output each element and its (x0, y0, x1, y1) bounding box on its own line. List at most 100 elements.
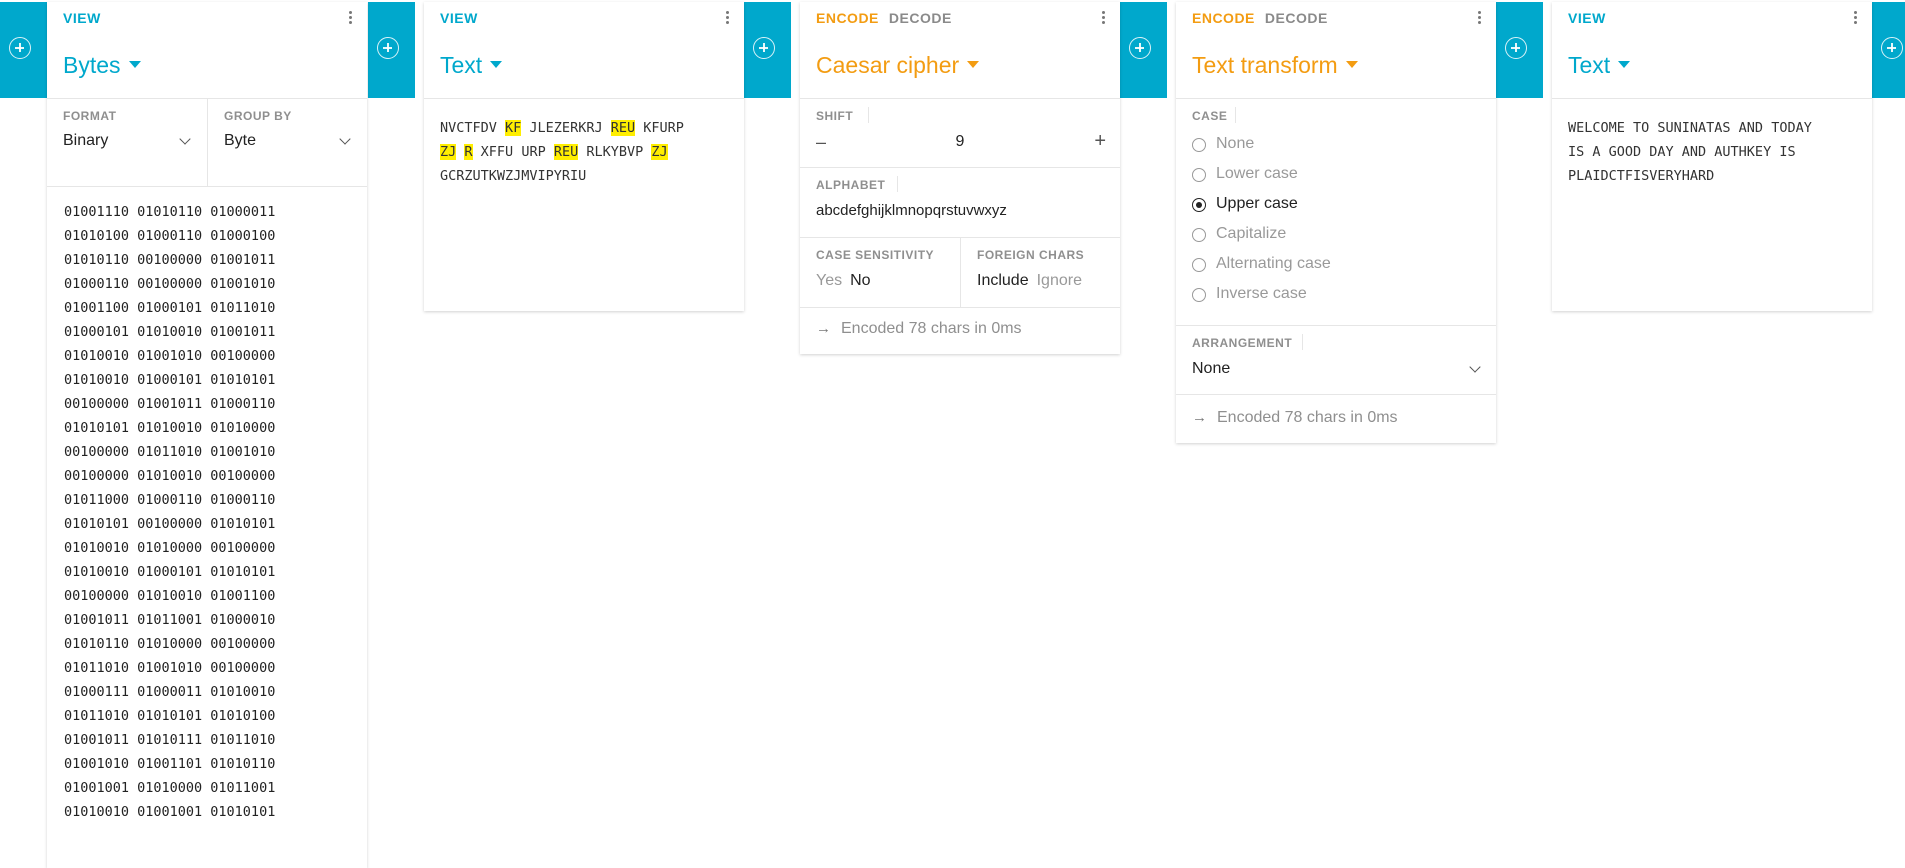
byte-line: 01001110 01010110 01000011 (64, 204, 276, 220)
view-label: VIEW (1568, 10, 1606, 26)
add-operation-gutter[interactable] (1872, 2, 1905, 98)
group-by-select[interactable]: GROUP BY Byte (208, 99, 367, 186)
add-circle-icon[interactable] (1505, 37, 1527, 59)
arrow-right-icon: → (816, 320, 831, 337)
encode-status: → Encoded 78 chars in 0ms (816, 320, 1022, 338)
byte-line: 01010010 01000101 01010101 (64, 372, 276, 388)
add-operation-gutter[interactable] (0, 2, 47, 98)
caret-down-icon (1345, 61, 1358, 69)
encode-tab[interactable]: ENCODE (1192, 10, 1255, 26)
shift-setting: SHIFT – 9 + (800, 99, 1120, 168)
radio-button-icon[interactable] (1192, 228, 1206, 242)
foreign-chars-toggle: Include Ignore (977, 272, 1082, 290)
arrangement-setting[interactable]: ARRANGEMENT None (1176, 326, 1496, 395)
more-menu-icon[interactable] (349, 11, 353, 27)
add-circle-icon[interactable] (1129, 37, 1151, 59)
card-header: ENCODE DECODE Text transform (1176, 2, 1496, 99)
brick-title[interactable]: Text (1568, 52, 1631, 79)
text-content[interactable]: NVCTFDV KF JLEZERKRJ REU KFURP ZJ R XFFU… (440, 116, 735, 188)
case-no-option[interactable]: No (850, 272, 870, 289)
byte-line: 00100000 01010010 01001100 (64, 588, 276, 604)
card-header: ENCODE DECODE Caesar cipher (800, 2, 1120, 99)
alphabet-input[interactable]: abcdefghijklmnopqrstuvwxyz (816, 202, 1007, 219)
text-line: GCRZUTKWZJMVIPYRIU (440, 168, 587, 184)
radio-button-icon[interactable] (1192, 138, 1206, 152)
decode-tab[interactable]: DECODE (1265, 10, 1328, 26)
status-text: Encoded 78 chars in 0ms (1217, 409, 1398, 426)
radio-button-icon[interactable] (1192, 288, 1206, 302)
shift-increment-button[interactable]: + (1094, 130, 1106, 153)
byte-line: 01000110 00100000 01001010 (64, 276, 276, 292)
case-yes-option[interactable]: Yes (816, 272, 842, 289)
brick-title[interactable]: Text transform (1192, 52, 1358, 79)
add-operation-gutter[interactable] (1496, 2, 1543, 98)
encode-tab[interactable]: ENCODE (816, 10, 879, 26)
caret-down-icon (128, 61, 141, 69)
bytes-options: FORMAT Binary GROUP BY Byte (47, 99, 367, 187)
bytes-content[interactable]: 01001110 01010110 01000011 01010100 01000… (64, 200, 275, 824)
foreign-ignore-option[interactable]: Ignore (1037, 272, 1082, 289)
case-option[interactable]: Capitalize (1176, 222, 1496, 252)
case-option[interactable]: Upper case (1176, 192, 1496, 222)
more-menu-icon[interactable] (726, 11, 730, 27)
more-menu-icon[interactable] (1854, 11, 1858, 27)
case-option[interactable]: Alternating case (1176, 252, 1496, 282)
radio-button-icon[interactable] (1192, 168, 1206, 182)
text-output-card: VIEW Text WELCOME TO SUNINATAS AND TODAY… (1552, 2, 1872, 311)
case-option[interactable]: Lower case (1176, 162, 1496, 192)
case-option-label: None (1216, 135, 1255, 152)
add-operation-gutter[interactable] (744, 2, 791, 98)
byte-line: 01011010 01010101 01010100 (64, 708, 276, 724)
card-kind: ENCODE DECODE (1192, 10, 1338, 26)
add-circle-icon[interactable] (1881, 37, 1903, 59)
add-operation-gutter[interactable] (1120, 2, 1167, 98)
format-select[interactable]: FORMAT Binary (47, 99, 208, 186)
radio-button-icon[interactable] (1192, 198, 1206, 212)
byte-line: 01001011 01011001 01000010 (64, 612, 276, 628)
more-menu-icon[interactable] (1102, 11, 1106, 27)
text-segment: RLKYBVP (578, 144, 652, 160)
decode-tab[interactable]: DECODE (889, 10, 952, 26)
card-kind: VIEW (1568, 10, 1616, 26)
text-line: ZJ R XFFU URP REU RLKYBVP ZJ (440, 140, 735, 164)
radio-button-icon[interactable] (1192, 258, 1206, 272)
highlight: REU (610, 120, 636, 136)
foreign-chars-setting: FOREIGN CHARS Include Ignore (961, 238, 1120, 307)
card-kind: ENCODE DECODE (816, 10, 962, 26)
foreign-include-option[interactable]: Include (977, 272, 1029, 289)
label-divider (1302, 334, 1303, 350)
case-option-label: Alternating case (1216, 255, 1331, 272)
case-option[interactable]: Inverse case (1176, 282, 1496, 312)
add-circle-icon[interactable] (9, 37, 31, 59)
byte-line: 01010010 01001010 00100000 (64, 348, 276, 364)
alphabet-setting: ALPHABET abcdefghijklmnopqrstuvwxyz (800, 168, 1120, 238)
arrangement-label: ARRANGEMENT (1192, 336, 1293, 350)
chevron-down-icon (1469, 361, 1481, 373)
brick-title[interactable]: Caesar cipher (816, 52, 980, 79)
case-sensitivity-toggle: Yes No (816, 272, 871, 290)
byte-line: 01010010 01010000 00100000 (64, 540, 276, 556)
case-label: CASE (1192, 109, 1228, 123)
bytes-view-card: VIEW Bytes FORMAT Binary GROUP BY Byte 0… (47, 2, 367, 868)
highlight: R (464, 144, 473, 160)
brick-title[interactable]: Text (440, 52, 503, 79)
byte-line: 01010110 01010000 00100000 (64, 636, 276, 652)
byte-line: 00100000 01001011 01000110 (64, 396, 276, 412)
byte-line: 01000111 01000011 01010010 (64, 684, 276, 700)
text-content[interactable]: WELCOME TO SUNINATAS AND TODAY IS A GOOD… (1568, 116, 1863, 188)
card-header: VIEW Text (1552, 2, 1872, 99)
card-kind: VIEW (63, 10, 111, 26)
add-circle-icon[interactable] (753, 37, 775, 59)
add-operation-gutter[interactable] (368, 2, 415, 98)
byte-line: 01010110 00100000 01001011 (64, 252, 276, 268)
byte-line: 01000101 01010010 01001011 (64, 324, 276, 340)
shift-value[interactable]: 9 (800, 133, 1120, 151)
brick-title[interactable]: Bytes (63, 52, 141, 79)
add-circle-icon[interactable] (377, 37, 399, 59)
chevron-down-icon (339, 133, 351, 145)
text-line: NVCTFDV KF JLEZERKRJ REU KFURP (440, 116, 735, 140)
more-menu-icon[interactable] (1478, 11, 1482, 27)
byte-line: 01011010 01001010 00100000 (64, 660, 276, 676)
highlight: ZJ (440, 144, 457, 160)
case-option[interactable]: None (1176, 132, 1496, 162)
